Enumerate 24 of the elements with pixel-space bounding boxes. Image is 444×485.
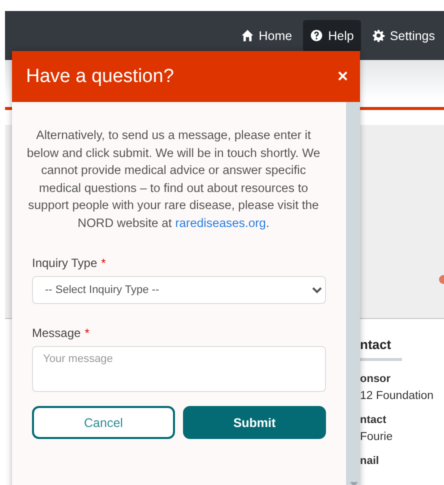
field-label: ntact bbox=[360, 414, 388, 426]
cancel-button[interactable]: Cancel bbox=[32, 406, 175, 439]
required-mark: * bbox=[84, 326, 90, 340]
field-label: onsor bbox=[360, 373, 392, 385]
gear-icon bbox=[372, 29, 385, 42]
home-icon bbox=[240, 29, 254, 42]
close-button[interactable]: × bbox=[337, 66, 348, 87]
inquiry-type-select[interactable]: -- Select Inquiry Type -- bbox=[32, 276, 326, 304]
field-value: 12 Foundation bbox=[360, 390, 435, 402]
nav-link[interactable]: Settings bbox=[364, 20, 442, 52]
field-value: Fourie bbox=[360, 431, 394, 443]
nav-link[interactable]: Help bbox=[303, 20, 361, 52]
website-link[interactable]: rarediseases.org bbox=[175, 216, 266, 230]
submit-button[interactable]: Submit bbox=[183, 406, 326, 439]
dialog-title: Have a question? bbox=[26, 66, 174, 88]
intro-text: Alternatively, to send us a message, please enter it below and click submit. We will be in touch shortly. We cannot provide medical advice or answer specific medical questions – to find out about resources to support people with your rare disease, please visit the NORD website at rarediseases.org. bbox=[26, 127, 322, 232]
field-label: Inquiry Type bbox=[32, 256, 98, 270]
scrollbar[interactable] bbox=[346, 102, 360, 485]
help-icon bbox=[310, 29, 324, 42]
field-label: nail bbox=[360, 455, 380, 467]
nav-link[interactable]: Home bbox=[234, 20, 300, 52]
field-label: Message bbox=[32, 326, 81, 340]
required-mark: * bbox=[101, 256, 106, 270]
message-field[interactable]: Your message bbox=[32, 346, 326, 392]
